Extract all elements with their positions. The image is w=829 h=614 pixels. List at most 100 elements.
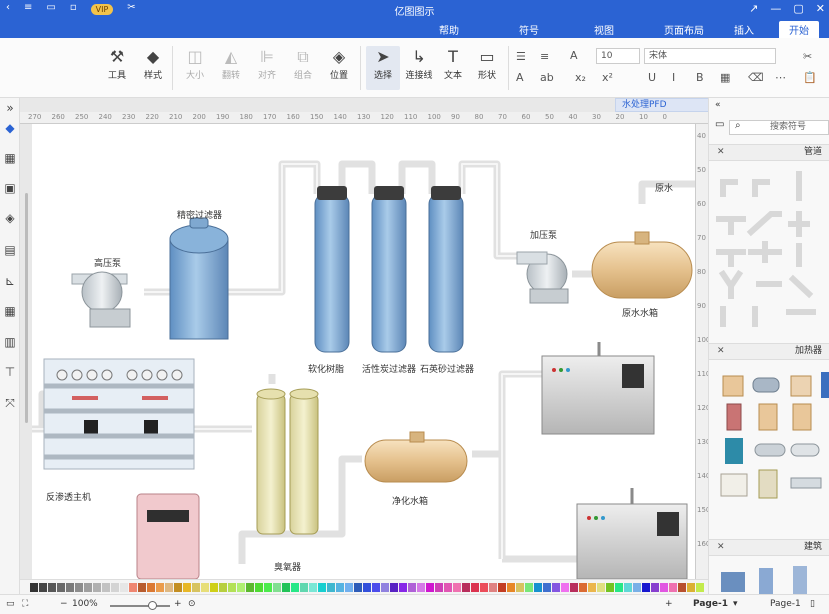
color-swatch[interactable] xyxy=(165,583,173,592)
size-button[interactable]: ◫ 大小 xyxy=(178,46,212,81)
style-button[interactable]: ◆ 样式 xyxy=(136,46,170,81)
color-swatch[interactable] xyxy=(696,583,704,592)
color-swatch[interactable] xyxy=(147,583,155,592)
zoom-in-button[interactable]: + xyxy=(174,599,182,609)
diagram-page[interactable]: 精密过滤器 高压泵 软化树脂 活性炭过滤器 石英砂过滤器 加压泵 原水 原水水箱… xyxy=(32,124,695,579)
clear-icon[interactable]: ⌫ xyxy=(748,71,764,84)
control-cabinet[interactable] xyxy=(136,493,200,579)
color-swatch[interactable] xyxy=(390,583,398,592)
minimize-icon[interactable]: — xyxy=(770,2,781,15)
color-swatch[interactable] xyxy=(327,583,335,592)
color-swatch[interactable] xyxy=(381,583,389,592)
section-header-heaters[interactable]: ✕ 加热器 xyxy=(709,343,829,360)
section-header-pipes[interactable]: ✕ 管道 xyxy=(709,144,829,161)
color-swatch[interactable] xyxy=(633,583,641,592)
color-swatch[interactable] xyxy=(399,583,407,592)
color-swatch[interactable] xyxy=(300,583,308,592)
paste-icon[interactable]: 📋 xyxy=(803,71,817,84)
color-swatch[interactable] xyxy=(579,583,587,592)
align-text-icon[interactable]: ☰ xyxy=(516,50,526,63)
color-swatch[interactable] xyxy=(489,583,497,592)
color-swatch[interactable] xyxy=(597,583,605,592)
font-size-select[interactable]: 10 xyxy=(596,48,640,64)
underline-icon[interactable]: U xyxy=(648,71,656,84)
color-swatch[interactable] xyxy=(372,583,380,592)
group-button[interactable]: ⧉ 组合 xyxy=(286,46,320,81)
color-swatch[interactable] xyxy=(525,583,533,592)
format-icon[interactable]: ▦ xyxy=(720,71,730,84)
precision-filter[interactable] xyxy=(169,217,229,340)
page-icon[interactable]: ▤ xyxy=(2,242,18,258)
color-swatch[interactable] xyxy=(651,583,659,592)
color-swatch[interactable] xyxy=(516,583,524,592)
color-swatch[interactable] xyxy=(408,583,416,592)
close-icon[interactable]: ✕ xyxy=(816,2,825,15)
color-swatch[interactable] xyxy=(435,583,443,592)
color-swatch[interactable] xyxy=(417,583,425,592)
color-swatch[interactable] xyxy=(543,583,551,592)
page-tab-active[interactable]: Page-1 xyxy=(693,599,728,609)
color-swatch[interactable] xyxy=(606,583,614,592)
color-swatch[interactable] xyxy=(255,583,263,592)
color-swatch[interactable] xyxy=(273,583,281,592)
color-swatch[interactable] xyxy=(426,583,434,592)
color-swatch[interactable] xyxy=(39,583,47,592)
high-pressure-pump[interactable] xyxy=(71,271,131,328)
color-swatch[interactable] xyxy=(246,583,254,592)
color-swatch[interactable] xyxy=(345,583,353,592)
ro-host-unit[interactable] xyxy=(43,358,195,470)
more-icon[interactable]: ⋯ xyxy=(775,71,786,84)
heater-unit-bottom[interactable] xyxy=(576,488,688,579)
color-swatch[interactable] xyxy=(102,583,110,592)
heater-unit-top[interactable] xyxy=(541,342,655,435)
increase-font-icon[interactable]: A xyxy=(570,49,578,62)
close-section-icon[interactable]: ✕ xyxy=(717,344,725,359)
tab-page-layout[interactable]: 页面布局 xyxy=(664,22,704,37)
color-swatch[interactable] xyxy=(570,583,578,592)
purified-water-tank[interactable] xyxy=(364,431,468,483)
close-section-icon[interactable]: ✕ xyxy=(717,145,725,160)
zoom-slider-track[interactable] xyxy=(110,605,170,607)
text-button[interactable]: T 文本 xyxy=(436,46,470,81)
tab-start[interactable]: 开始 xyxy=(779,21,819,39)
tab-help[interactable]: 帮助 xyxy=(439,22,459,37)
page-view-icon[interactable]: ▯ xyxy=(810,599,815,609)
line-spacing-icon[interactable]: ≡ xyxy=(540,50,549,63)
color-swatch[interactable] xyxy=(75,583,83,592)
color-swatch[interactable] xyxy=(192,583,200,592)
close-section-icon[interactable]: ✕ xyxy=(717,540,725,555)
select-button[interactable]: ➤ 选择 xyxy=(366,46,400,90)
color-swatch[interactable] xyxy=(318,583,326,592)
maximize-icon[interactable]: ▢ xyxy=(793,2,803,15)
text-color-icon[interactable]: A xyxy=(516,71,524,84)
layers-icon[interactable]: ◈ xyxy=(2,210,18,226)
color-swatch[interactable] xyxy=(678,583,686,592)
fit-window-icon[interactable]: ⊙ xyxy=(188,599,196,609)
tab-view[interactable]: 视图 xyxy=(594,22,614,37)
booster-pump[interactable] xyxy=(516,251,569,304)
fit-page-icon[interactable]: ▭ xyxy=(6,599,15,609)
color-swatch[interactable] xyxy=(588,583,596,592)
color-swatch[interactable] xyxy=(462,583,470,592)
collapse-panel-icon[interactable]: « xyxy=(715,100,721,110)
color-swatch[interactable] xyxy=(120,583,128,592)
color-swatch[interactable] xyxy=(615,583,623,592)
color-swatch[interactable] xyxy=(282,583,290,592)
color-swatch[interactable] xyxy=(219,583,227,592)
zoom-out-button[interactable]: − xyxy=(60,599,68,609)
tab-symbols[interactable]: 符号 xyxy=(519,22,539,37)
italic-icon[interactable]: I xyxy=(672,71,675,84)
position-button[interactable]: ◈ 位置 xyxy=(322,46,356,81)
color-swatch[interactable] xyxy=(237,583,245,592)
color-swatch[interactable] xyxy=(687,583,695,592)
color-swatch[interactable] xyxy=(669,583,677,592)
color-swatch[interactable] xyxy=(84,583,92,592)
color-swatch[interactable] xyxy=(534,583,542,592)
color-swatch[interactable] xyxy=(129,583,137,592)
color-swatch[interactable] xyxy=(444,583,452,592)
color-swatch[interactable] xyxy=(552,583,560,592)
fullscreen-icon[interactable]: ⛶ xyxy=(22,599,28,609)
color-swatch[interactable] xyxy=(183,583,191,592)
ozone-generator[interactable] xyxy=(256,388,319,535)
cut-icon[interactable]: ✂ xyxy=(803,50,812,63)
